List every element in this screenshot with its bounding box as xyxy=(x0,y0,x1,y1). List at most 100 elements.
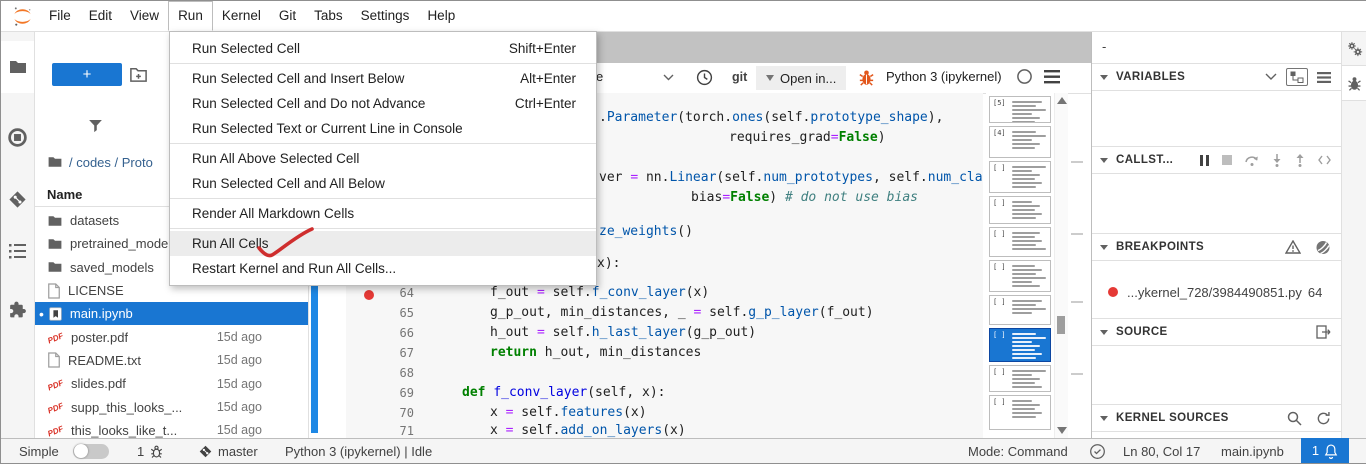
minimap-cell[interactable]: [ ] xyxy=(989,365,1051,392)
chevron-down-icon[interactable] xyxy=(663,74,674,81)
line-number[interactable]: 69 xyxy=(380,384,414,402)
step-over-icon[interactable] xyxy=(1245,154,1259,166)
pause-icon[interactable] xyxy=(1200,155,1209,166)
debugger-bug-icon[interactable] xyxy=(857,68,876,87)
cell-type-dropdown[interactable]: e xyxy=(596,69,603,84)
menubar-item-settings[interactable]: Settings xyxy=(352,1,419,31)
menu-item-run-selected-cell[interactable]: Run Selected CellShift+Enter xyxy=(170,36,596,61)
kernel-status-label[interactable]: Python 3 (ipykernel) | Idle xyxy=(285,439,432,463)
warning-icon[interactable] xyxy=(1285,240,1301,254)
menubar-item-view[interactable]: View xyxy=(121,1,168,31)
table-of-contents-tab[interactable] xyxy=(1,231,34,271)
folder-icon xyxy=(47,259,63,275)
file-browser-tab[interactable] xyxy=(1,41,34,93)
minimap-scrollbar[interactable] xyxy=(1054,93,1068,438)
bug-icon xyxy=(1346,75,1363,92)
scroll-up-icon[interactable] xyxy=(1057,97,1067,104)
file-row-README-txt[interactable]: README.txt15d ago xyxy=(35,349,308,372)
breakpoints-section-header[interactable]: BREAKPOINTS xyxy=(1092,233,1341,261)
minimap-cell-active[interactable]: [ ] xyxy=(989,328,1051,362)
minimap-cell[interactable]: [ ] xyxy=(989,260,1051,292)
notification-badge[interactable]: 1 xyxy=(1301,438,1349,463)
menu-item-run-selected-text-or-current-line-in-console[interactable]: Run Selected Text or Current Line in Con… xyxy=(170,116,596,141)
list-view-icon[interactable] xyxy=(1317,72,1331,83)
menubar-item-edit[interactable]: Edit xyxy=(80,1,121,31)
open-in-button[interactable]: Open in... xyxy=(756,66,846,90)
minimap-cell[interactable]: [4] xyxy=(989,126,1051,158)
minimap-cell[interactable]: [ ] xyxy=(989,227,1051,257)
trust-indicator[interactable] xyxy=(1089,439,1106,463)
simple-mode-toggle[interactable] xyxy=(73,439,109,463)
running-kernels-tab[interactable] xyxy=(1,117,34,157)
minimap-cell-prompt: [ ] xyxy=(993,263,1006,271)
chevron-down-icon[interactable] xyxy=(1265,73,1277,81)
menubar-item-kernel[interactable]: Kernel xyxy=(213,1,270,31)
git-tab[interactable] xyxy=(1,179,34,219)
menubar-item-file[interactable]: File xyxy=(40,1,80,31)
filter-icon[interactable] xyxy=(87,117,104,134)
menu-item-run-selected-cell-and-insert-below[interactable]: Run Selected Cell and Insert BelowAlt+En… xyxy=(170,66,596,91)
checkpoint-clock-icon[interactable] xyxy=(696,69,713,86)
line-number[interactable]: 67 xyxy=(380,344,414,362)
minimap-cell[interactable]: [5] xyxy=(989,96,1051,123)
menu-item-run-all-above-selected-cell[interactable]: Run All Above Selected Cell xyxy=(170,146,596,171)
cursor-position[interactable]: Ln 80, Col 17 xyxy=(1123,439,1200,463)
menu-item-render-all-markdown-cells[interactable]: Render All Markdown Cells xyxy=(170,201,596,226)
search-icon[interactable] xyxy=(1287,411,1302,426)
stop-icon[interactable] xyxy=(1222,155,1232,165)
menu-item-run-all-cells[interactable]: Run All Cells xyxy=(170,231,596,256)
line-number[interactable]: 70 xyxy=(380,404,414,422)
menu-item-run-selected-cell-and-all-below[interactable]: Run Selected Cell and All Below xyxy=(170,171,596,196)
line-number[interactable]: 66 xyxy=(380,324,414,342)
step-in-icon[interactable] xyxy=(1272,154,1282,167)
extensions-tab[interactable] xyxy=(1,289,34,329)
file-row-supp-this-looks-[interactable]: PDFsupp_this_looks_...15d ago xyxy=(35,395,308,418)
minimap-cell[interactable]: [ ] xyxy=(989,161,1051,193)
kernel-name-label[interactable]: Python 3 (ipykernel) xyxy=(886,69,1002,84)
new-launcher-button[interactable]: + xyxy=(52,63,122,86)
breakpoint-dot[interactable] xyxy=(364,290,374,300)
scroll-down-icon[interactable] xyxy=(1057,427,1067,434)
git-toolbar-label[interactable]: git xyxy=(732,70,747,84)
menubar-item-tabs[interactable]: Tabs xyxy=(305,1,352,31)
menu-item-restart-kernel-and-run-all-cells-[interactable]: Restart Kernel and Run All Cells... xyxy=(170,256,596,281)
debugger-status[interactable]: 1 xyxy=(137,439,164,463)
line-number[interactable]: 71 xyxy=(380,422,414,438)
kernel-status-circle-icon[interactable] xyxy=(1016,68,1033,85)
mode-indicator[interactable]: Mode: Command xyxy=(968,439,1068,463)
hamburger-icon[interactable] xyxy=(1044,70,1060,84)
menubar-item-help[interactable]: Help xyxy=(418,1,464,31)
run-all-cells-annotation-check xyxy=(256,226,320,266)
kernel-sources-section-header[interactable]: KERNEL SOURCES xyxy=(1092,404,1341,432)
tree-view-icon[interactable] xyxy=(1286,68,1308,86)
git-branch[interactable]: master xyxy=(198,439,258,463)
debugger-tab[interactable] xyxy=(1342,66,1366,101)
notebook-minimap[interactable]: [5][4][ ][ ][ ][ ][ ][ ][ ][ ] xyxy=(986,93,1054,438)
minimap-cell[interactable]: [ ] xyxy=(989,395,1051,430)
new-folder-icon[interactable] xyxy=(129,65,148,84)
source-section-header[interactable]: SOURCE xyxy=(1092,318,1341,346)
step-out-icon[interactable] xyxy=(1295,154,1305,167)
line-number[interactable]: 65 xyxy=(380,304,414,322)
scrollbar-thumb[interactable] xyxy=(1057,316,1065,334)
refresh-icon[interactable] xyxy=(1316,411,1331,426)
open-source-icon[interactable] xyxy=(1316,325,1331,339)
menu-item-run-selected-cell-and-do-not-advance[interactable]: Run Selected Cell and Do not AdvanceCtrl… xyxy=(170,91,596,116)
variables-section-header[interactable]: VARIABLES xyxy=(1092,63,1341,91)
line-number[interactable]: 64 xyxy=(380,284,414,302)
property-inspector-tab[interactable] xyxy=(1342,31,1366,66)
file-row-poster-pdf[interactable]: PDFposter.pdf15d ago xyxy=(35,325,308,348)
evaluate-icon[interactable] xyxy=(1318,155,1331,165)
code-line: ze_weights() xyxy=(599,223,693,241)
minimap-cell[interactable]: [ ] xyxy=(989,295,1051,325)
breadcrumb[interactable]: / codes / Proto xyxy=(47,154,153,170)
menubar-item-run[interactable]: Run xyxy=(168,1,213,31)
minimap-cell[interactable]: [ ] xyxy=(989,196,1051,224)
callstack-section-header[interactable]: CALLST... xyxy=(1092,146,1341,174)
file-row-main-ipynb[interactable]: •main.ipynb xyxy=(35,302,308,325)
file-row-slides-pdf[interactable]: PDFslides.pdf15d ago xyxy=(35,372,308,395)
breakpoint-item[interactable]: ...ykernel_728/3984490851.py 64 xyxy=(1092,279,1341,305)
remove-breakpoints-icon[interactable] xyxy=(1315,240,1331,255)
line-number[interactable]: 68 xyxy=(380,364,414,382)
menubar-item-git[interactable]: Git xyxy=(270,1,305,31)
